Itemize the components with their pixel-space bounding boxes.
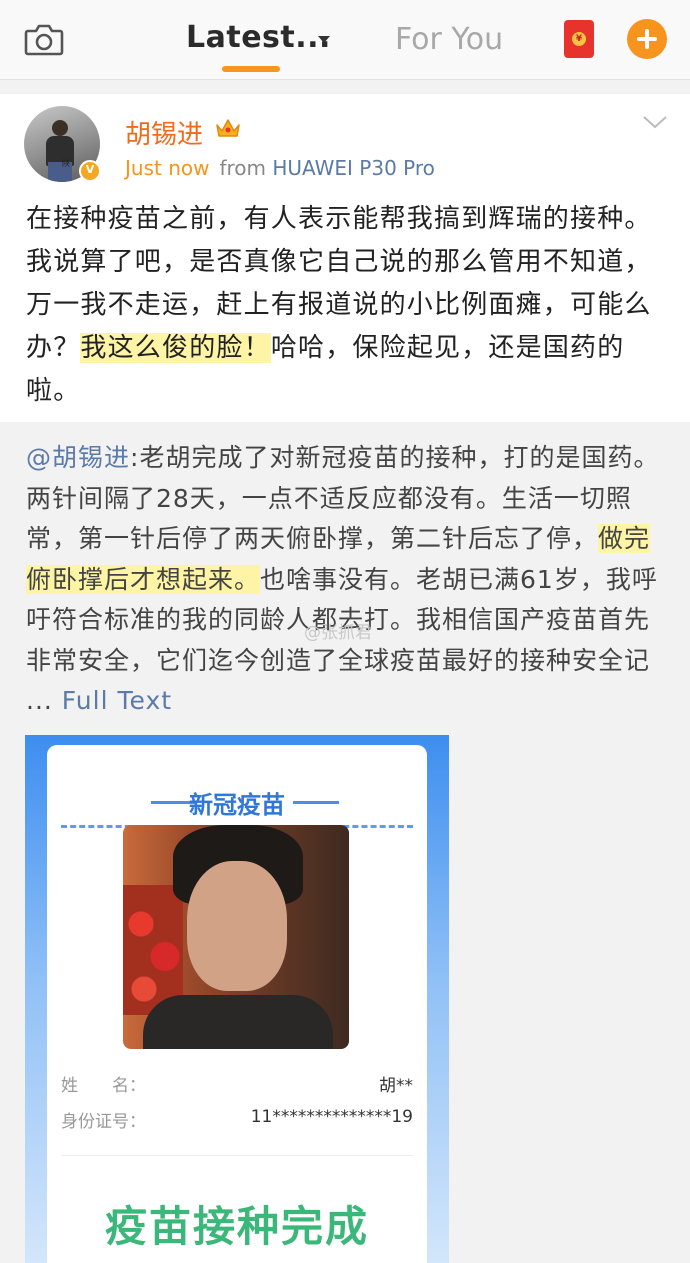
red-packet-icon[interactable]: ¥	[564, 20, 594, 58]
name-value: 胡**	[379, 1076, 413, 1096]
portrait-photo	[123, 825, 349, 1049]
watermark: @张抓君	[304, 623, 372, 643]
plus-icon[interactable]	[627, 19, 667, 59]
section-gap	[0, 80, 690, 94]
chevron-down-icon[interactable]	[318, 36, 330, 43]
post-card: 陕 胡锡进 Just now from HUAWEI P30 Pro 在接种疫苗之…	[0, 94, 690, 422]
tab-for-you[interactable]: For You	[395, 22, 503, 57]
post-device[interactable]: HUAWEI P30 Pro	[272, 156, 435, 180]
id-value: 11**************19	[250, 1107, 413, 1127]
source-prefix: from	[219, 156, 267, 180]
vaccine-card: 新冠疫苗 姓 名： 胡** 身份证号： 11**************19 疫…	[47, 745, 427, 1263]
repost-body: @胡锡进:老胡完成了对新冠疫苗的接种，打的是国药。两针间隔了28天，一点不适反应…	[26, 438, 672, 722]
post-time: Just now	[125, 156, 210, 180]
top-nav-bar: Latest... For You ¥	[0, 0, 690, 80]
tab-latest[interactable]: Latest...	[186, 20, 331, 55]
vaccination-status: 疫苗接种完成	[104, 1202, 369, 1251]
full-text-link[interactable]: Full Text	[62, 686, 172, 715]
name-label: 姓 名：	[61, 1076, 146, 1096]
card-title: 新冠疫苗	[189, 791, 285, 819]
avatar-caption: 陕	[62, 159, 70, 168]
divider	[61, 1155, 413, 1156]
active-tab-indicator	[222, 66, 280, 72]
chevron-down-icon[interactable]	[642, 114, 668, 130]
id-label: 身份证号：	[61, 1112, 146, 1132]
mention-link[interactable]: @胡锡进	[26, 443, 130, 472]
camera-icon[interactable]	[24, 22, 64, 56]
verified-badge-icon	[79, 160, 101, 182]
vaccine-card-image[interactable]: 新冠疫苗 姓 名： 胡** 身份证号： 11**************19 疫…	[25, 735, 449, 1263]
author-name[interactable]: 胡锡进	[125, 114, 203, 151]
post-meta: Just now from HUAWEI P30 Pro	[125, 156, 435, 180]
repost-block[interactable]: @胡锡进:老胡完成了对新冠疫苗的接种，打的是国药。两针间隔了28天，一点不适反应…	[0, 422, 690, 1263]
post-text-highlight: 我这么俊的脸！	[80, 333, 271, 363]
crown-icon	[216, 119, 240, 137]
post-body: 在接种疫苗之前，有人表示能帮我搞到辉瑞的接种。我说算了吧，是否真像它自己说的那么…	[26, 198, 666, 413]
coin-icon: ¥	[572, 32, 586, 46]
